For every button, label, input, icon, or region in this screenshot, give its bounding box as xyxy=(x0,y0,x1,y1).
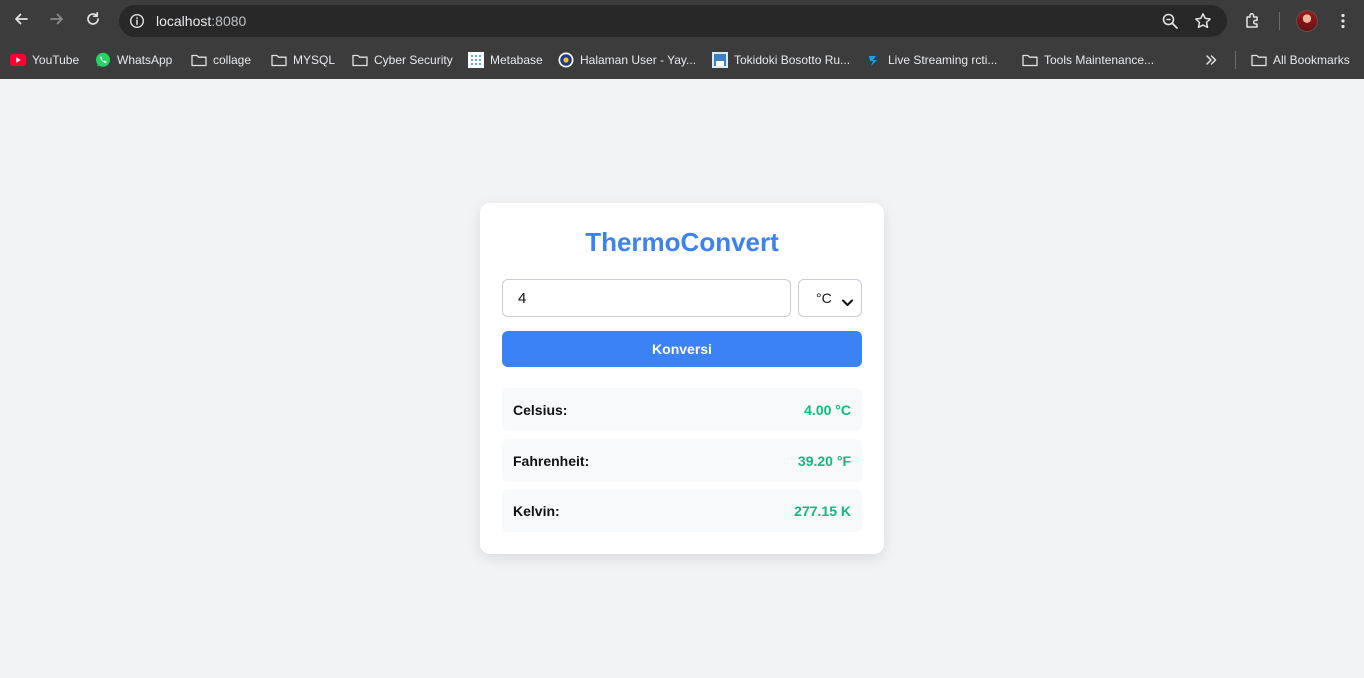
profile-avatar[interactable] xyxy=(1296,10,1318,32)
reload-button[interactable] xyxy=(79,7,107,35)
result-row-fahrenheit: Fahrenheit: 39.20 °F xyxy=(502,439,862,482)
youtube-icon xyxy=(10,52,26,68)
result-row-celsius: Celsius: 4.00 °C xyxy=(502,388,862,431)
bookmark-youtube[interactable]: YouTube xyxy=(10,49,79,71)
rcti-icon xyxy=(866,52,882,68)
bookmark-folder-mysql[interactable]: MYSQL xyxy=(271,49,335,71)
bookmark-label: Tools Maintenance... xyxy=(1044,53,1155,67)
bookmark-folder-collage[interactable]: collage xyxy=(191,49,251,71)
bookmark-label: WhatsApp xyxy=(117,53,173,67)
result-label: Celsius: xyxy=(513,401,568,418)
bookmark-label: collage xyxy=(213,53,252,67)
result-label: Fahrenheit: xyxy=(513,452,590,469)
folder-icon xyxy=(352,52,368,68)
result-label: Kelvin: xyxy=(513,502,560,519)
address-bar[interactable]: localhost:8080 xyxy=(119,5,1227,37)
extensions-icon[interactable] xyxy=(1243,11,1263,31)
unit-select-value: °C xyxy=(816,290,832,306)
result-row-kelvin: Kelvin: 277.15 K xyxy=(502,489,862,532)
result-value: 4.00 °C xyxy=(804,401,851,418)
metabase-icon xyxy=(468,52,484,68)
url-host: localhost xyxy=(156,13,212,29)
zoom-icon[interactable] xyxy=(1160,11,1180,31)
url-text: localhost:8080 xyxy=(156,13,246,29)
folder-icon xyxy=(271,52,287,68)
site-icon xyxy=(558,52,574,68)
bookmarks-overflow-button[interactable] xyxy=(1203,49,1219,71)
bookmark-label: Halaman User - Yay... xyxy=(580,53,697,67)
convert-button[interactable]: Konversi xyxy=(502,331,862,367)
chevron-double-right-icon xyxy=(1203,52,1219,68)
temperature-input[interactable] xyxy=(502,279,791,317)
bookmark-label: Cyber Security xyxy=(374,53,453,67)
bookmark-halaman-user[interactable]: Halaman User - Yay... xyxy=(558,49,696,71)
bookmark-label: Metabase xyxy=(490,53,543,67)
url-port: :8080 xyxy=(211,13,247,29)
bookmark-tokidoki[interactable]: Tokidoki Bosotto Ru... xyxy=(712,49,850,71)
site-info-icon[interactable] xyxy=(127,11,147,31)
whatsapp-icon xyxy=(95,52,111,68)
folder-icon xyxy=(1251,52,1267,68)
bookmark-metabase[interactable]: Metabase xyxy=(468,49,543,71)
result-value: 39.20 °F xyxy=(797,452,851,469)
bookmark-live-streaming-rcti[interactable]: Live Streaming rcti... xyxy=(866,49,997,71)
bookmark-label: MYSQL xyxy=(293,53,336,67)
bookmarks-bar: YouTube WhatsApp collage MYSQL Cyber Sec… xyxy=(0,42,1364,79)
all-bookmarks-label: All Bookmarks xyxy=(1273,53,1350,67)
all-bookmarks-button[interactable]: All Bookmarks xyxy=(1251,49,1350,71)
chevron-down-icon xyxy=(842,294,853,310)
bookmark-whatsapp[interactable]: WhatsApp xyxy=(95,49,172,71)
back-button[interactable] xyxy=(7,7,35,35)
bookmark-label: YouTube xyxy=(32,53,80,67)
folder-icon xyxy=(191,52,207,68)
result-value: 277.15 K xyxy=(794,502,851,519)
bookmark-label: Tokidoki Bosotto Ru... xyxy=(734,53,851,67)
bookmarks-divider xyxy=(1235,51,1236,69)
bookmark-star-icon[interactable] xyxy=(1193,11,1213,31)
reload-icon xyxy=(85,11,101,32)
site-icon xyxy=(712,52,728,68)
arrow-left-icon xyxy=(13,11,29,32)
forward-button[interactable] xyxy=(43,7,71,35)
bookmark-label: Live Streaming rcti... xyxy=(888,53,998,67)
unit-select[interactable]: °C xyxy=(798,279,862,317)
toolbar-divider xyxy=(1279,12,1280,30)
arrow-right-icon xyxy=(49,11,65,32)
bookmark-folder-tools-maintenance[interactable]: Tools Maintenance... xyxy=(1022,49,1154,71)
converter-card: ThermoConvert °C Konversi Celsius: 4.00 … xyxy=(480,203,884,554)
folder-icon xyxy=(1022,52,1038,68)
bookmark-folder-cyber-security[interactable]: Cyber Security xyxy=(352,49,453,71)
more-menu-icon[interactable] xyxy=(1333,11,1353,31)
app-title: ThermoConvert xyxy=(585,227,779,257)
browser-toolbar: localhost:8080 xyxy=(0,0,1364,42)
